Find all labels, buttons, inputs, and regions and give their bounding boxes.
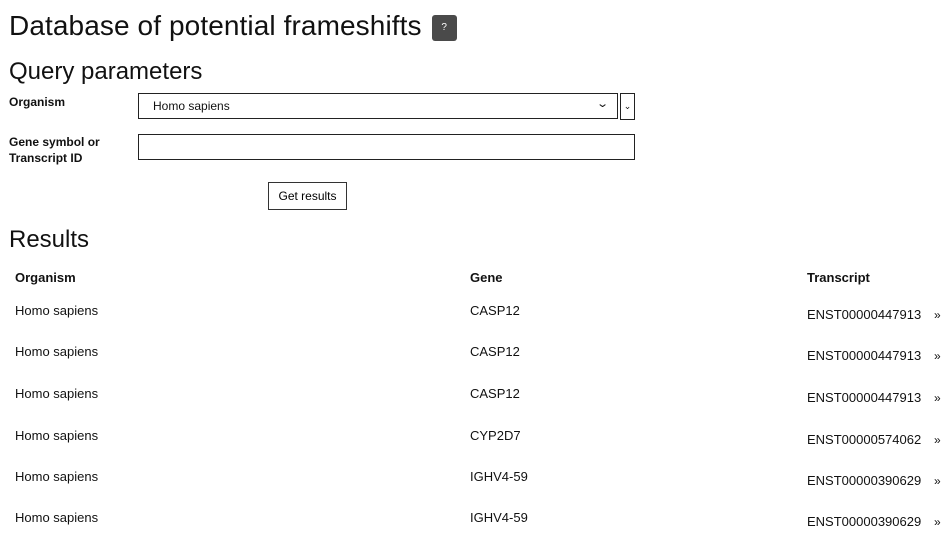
organism-label: Organism	[9, 95, 66, 109]
cell-transcript: ENST00000574062	[807, 432, 922, 447]
table-row[interactable]: Homo sapiens CASP12 ENST00000447913 »	[0, 386, 941, 427]
cell-organism: Homo sapiens	[15, 469, 99, 484]
table-row[interactable]: Homo sapiens IGHV4-59 ENST00000390629 »	[0, 510, 941, 551]
organism-select-value: Homo sapiens	[153, 99, 230, 113]
gene-input[interactable]	[138, 134, 635, 160]
double-chevron-right-icon[interactable]: »	[934, 391, 941, 405]
table-row[interactable]: Homo sapiens IGHV4-59 ENST00000390629 »	[0, 469, 941, 510]
organism-select-toggle[interactable]: ⌄	[620, 93, 635, 120]
help-button[interactable]: ?	[431, 14, 457, 41]
cell-gene: IGHV4-59	[470, 469, 528, 484]
cell-organism: Homo sapiens	[15, 303, 99, 318]
table-row[interactable]: Homo sapiens CASP12 ENST00000447913 »	[0, 303, 941, 344]
cell-organism: Homo sapiens	[15, 428, 99, 443]
cell-transcript: ENST00000447913	[807, 390, 922, 405]
page-title: Database of potential frameshifts	[9, 10, 422, 41]
cell-gene: CASP12	[470, 303, 520, 318]
cell-transcript: ENST00000390629	[807, 514, 922, 529]
column-header-gene: Gene	[470, 270, 503, 285]
cell-transcript: ENST00000447913	[807, 307, 922, 322]
double-chevron-right-icon[interactable]: »	[934, 515, 941, 529]
double-chevron-right-icon[interactable]: »	[934, 308, 941, 322]
cell-gene: IGHV4-59	[470, 510, 528, 525]
table-row[interactable]: Homo sapiens CASP12 ENST00000447913 »	[0, 344, 941, 385]
cell-transcript: ENST00000390629	[807, 473, 922, 488]
cell-organism: Homo sapiens	[15, 510, 99, 525]
cell-gene: CASP12	[470, 344, 520, 359]
double-chevron-right-icon[interactable]: »	[934, 349, 941, 363]
organism-select[interactable]: Homo sapiens ⌄	[138, 93, 618, 119]
chevron-down-icon: ⌄	[623, 101, 632, 111]
results-section-title: Results	[9, 226, 90, 253]
cell-gene: CYP2D7	[470, 428, 521, 443]
double-chevron-right-icon[interactable]: »	[934, 474, 941, 488]
gene-label: Gene symbol or Transcript ID	[9, 135, 100, 165]
get-results-button[interactable]: Get results	[268, 182, 347, 210]
column-header-transcript: Transcript	[807, 270, 870, 285]
page-header: Database of potential frameshifts ?	[9, 8, 457, 44]
cell-gene: CASP12	[470, 386, 520, 401]
double-chevron-right-icon[interactable]: »	[934, 433, 941, 447]
cell-organism: Homo sapiens	[15, 344, 99, 359]
chevron-down-icon: ⌄	[595, 98, 609, 110]
cell-transcript: ENST00000447913	[807, 348, 922, 363]
query-section-title: Query parameters	[9, 58, 203, 85]
table-row[interactable]: Homo sapiens CYP2D7 ENST00000574062 »	[0, 428, 941, 469]
cell-organism: Homo sapiens	[15, 386, 99, 401]
column-header-organism: Organism	[15, 270, 76, 285]
